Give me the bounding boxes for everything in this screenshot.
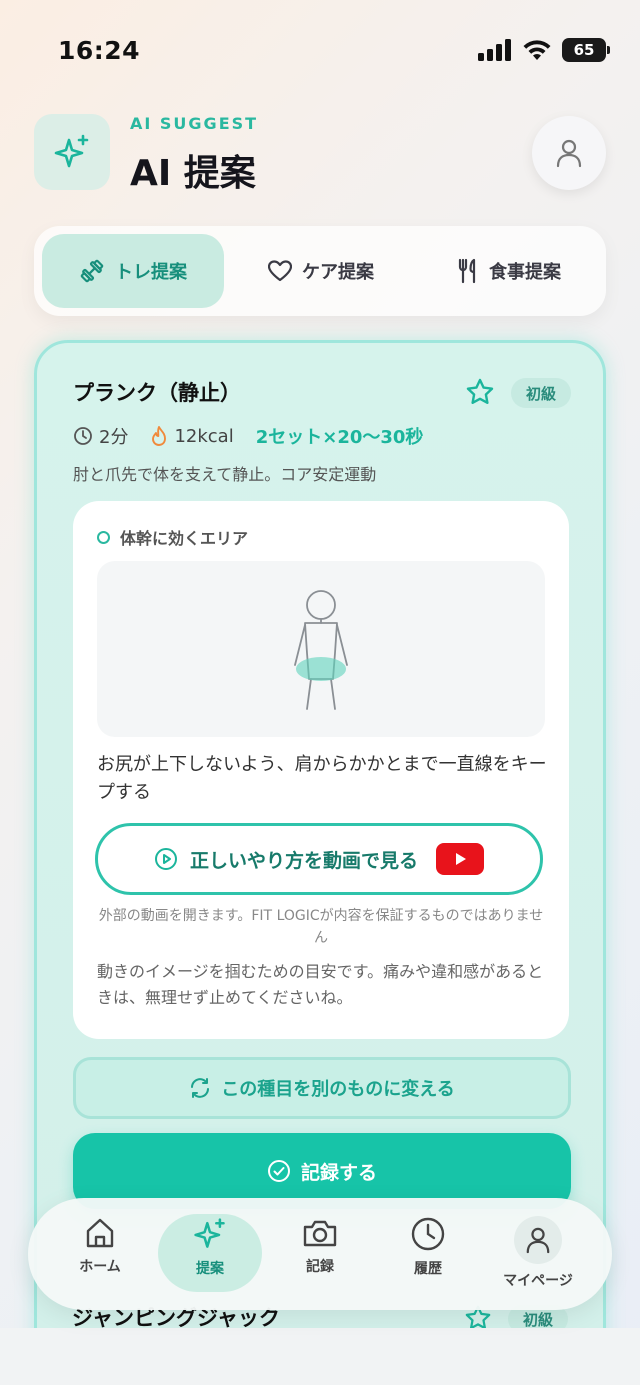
body-diagram	[97, 561, 545, 737]
swap-exercise-button[interactable]: この種目を別のものに変える	[73, 1057, 571, 1119]
sparkle-icon	[194, 1218, 225, 1248]
sparkle-icon	[54, 134, 89, 168]
body-figure-icon	[294, 590, 348, 710]
play-circle-icon	[154, 848, 177, 870]
fork-knife-icon	[458, 258, 476, 284]
tab-training[interactable]: トレ提案	[42, 234, 224, 308]
swap-exercise-label: この種目を別のものに変える	[221, 1079, 455, 1100]
clock-icon	[411, 1217, 445, 1251]
duration: 2分	[73, 423, 128, 449]
target-area-text: 体幹に効くエリア	[120, 529, 249, 548]
level-badge: 初級	[511, 378, 571, 408]
nav-suggest[interactable]: 提案	[158, 1214, 262, 1294]
nav-suggest-label: 提案	[196, 1261, 224, 1277]
user-icon	[556, 139, 582, 168]
exercise-title: プランク（静止）	[73, 381, 241, 405]
clock-icon	[74, 427, 92, 445]
home-icon	[86, 1218, 114, 1248]
nav-mypage[interactable]: マイページ	[486, 1216, 590, 1294]
profile-button[interactable]	[532, 116, 606, 190]
status-time: 16:24	[58, 36, 141, 65]
duration-value: 2分	[99, 427, 129, 448]
bottom-nav: ホーム 提案 記録 履歴 マイページ	[28, 1198, 612, 1310]
refresh-icon	[191, 1078, 210, 1098]
tab-training-label: トレ提案	[115, 262, 187, 283]
favorite-star-icon[interactable]	[465, 377, 495, 407]
exercise-meta: 2分 12kcal 2セット×20～30秒	[73, 423, 423, 449]
status-bar: 16:24 65	[0, 0, 640, 100]
safety-note: 動きのイメージを掴むための目安です。痛みや違和感があるときは、無理せず止めてくだ…	[97, 962, 544, 1007]
page-title: AI 提案	[130, 153, 256, 194]
tab-care-label: ケア提案	[302, 262, 374, 283]
nav-mypage-label: マイページ	[503, 1273, 573, 1289]
page-subtitle: AI SUGGEST	[130, 114, 259, 133]
calories: 12kcal	[150, 425, 234, 447]
nav-home[interactable]: ホーム	[48, 1216, 152, 1294]
signal-icon	[478, 39, 511, 61]
flame-icon	[152, 426, 167, 446]
status-icons: 65	[478, 38, 610, 62]
camera-icon	[303, 1220, 337, 1247]
record-label: 記録する	[300, 1161, 377, 1184]
exercise-description: 肘と爪先で体を支えて静止。コア安定運動	[73, 465, 377, 484]
exercise-tip: お尻が上下しないよう、肩からかかとまで一直線をキープする	[97, 754, 547, 803]
area-dot-icon	[97, 530, 110, 544]
heart-icon	[268, 260, 292, 282]
sets-value: 2セット×20～30秒	[255, 427, 424, 448]
nav-history[interactable]: 履歴	[376, 1216, 480, 1294]
header: AI SUGGEST AI 提案	[34, 112, 608, 202]
wifi-icon	[523, 40, 551, 60]
sparkle-logo	[34, 114, 110, 190]
nav-record-label: 記録	[306, 1259, 334, 1275]
suggest-tabs: トレ提案 ケア提案 食事提案	[34, 226, 606, 316]
calories-value: 12kcal	[174, 425, 234, 447]
user-avatar	[514, 1216, 562, 1264]
battery-indicator: 65	[562, 38, 610, 62]
video-disclaimer: 外部の動画を開きます。FIT LOGICが内容を保証するものではありません	[98, 908, 544, 946]
target-area-label: 体幹に効くエリア	[97, 525, 248, 549]
nav-record[interactable]: 記録	[268, 1216, 372, 1294]
user-icon	[526, 1227, 550, 1254]
bottom-fade	[0, 1328, 640, 1385]
check-circle-icon	[267, 1160, 290, 1182]
dumbbell-icon	[80, 259, 104, 283]
nav-history-label: 履歴	[414, 1261, 442, 1277]
tab-care[interactable]: ケア提案	[230, 234, 412, 308]
youtube-icon	[436, 843, 484, 875]
tab-meal[interactable]: 食事提案	[418, 234, 600, 308]
nav-home-label: ホーム	[79, 1259, 121, 1275]
tab-meal-label: 食事提案	[489, 262, 561, 283]
watch-video-button[interactable]: 正しいやり方を動画で見る	[95, 823, 543, 895]
watch-video-label: 正しいやり方を動画で見る	[189, 849, 418, 872]
exercise-detail-panel: 体幹に効くエリア お尻が上下しないよう、肩からかかとまで一直線をキープする 正し…	[73, 501, 569, 1039]
